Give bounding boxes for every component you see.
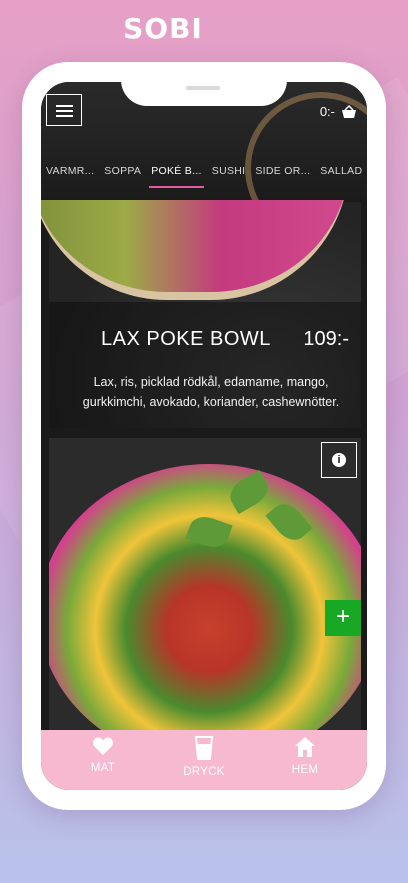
cart-total: 0:- [319,104,335,119]
product-price: 109:- [303,328,349,350]
product-list: LAX POKE BOWL 109:- Lax, ris, picklad rö… [41,200,367,730]
tab-poke-bowl[interactable]: POKÉ B... [146,160,207,194]
tab-soppa[interactable]: SOPPA [99,160,146,194]
nav-item-hem[interactable]: HEM [275,730,335,790]
product-card[interactable]: LAX POKE BOWL 109:- Lax, ris, picklad rö… [41,200,361,428]
tab-varmratter[interactable]: VARMR... [41,160,99,194]
tab-side-order[interactable]: SIDE OR... [250,160,315,194]
home-icon [295,737,315,757]
product-image [49,464,361,730]
category-tabs: VARMR... SOPPA POKÉ B... SUSHI SIDE OR..… [41,160,367,194]
phone-notch [121,62,287,106]
app-screen: 0:- VARMR... SOPPA POKÉ B... SUSHI SIDE … [41,82,367,790]
nav-label: HEM [291,764,319,776]
product-description: Lax, ris, picklad rödkål, edamame, mango… [82,375,340,409]
cart[interactable]: 0:- [320,104,357,119]
tab-sallad[interactable]: SALLAD [315,160,367,194]
product-card[interactable]: i + [49,438,361,730]
basket-icon [342,104,356,118]
heart-icon [93,737,113,755]
menu-button[interactable] [46,94,82,126]
bottom-nav: MAT DRYCK HEM [41,730,367,790]
product-image [41,200,349,300]
add-to-cart-button[interactable]: + [325,600,361,636]
info-button[interactable]: i [321,442,357,478]
nav-label: DRYCK [183,766,225,778]
cup-icon [194,736,214,760]
phone-speaker [186,86,220,90]
tab-sushi[interactable]: SUSHI [207,160,251,194]
info-icon: i [332,453,346,467]
app-logo[interactable]: SOBI [120,14,206,44]
nav-item-mat[interactable]: MAT [73,730,133,790]
product-name: LAX POKE BOWL [101,328,271,350]
nav-label: MAT [90,762,116,774]
nav-item-dryck[interactable]: DRYCK [174,730,234,790]
